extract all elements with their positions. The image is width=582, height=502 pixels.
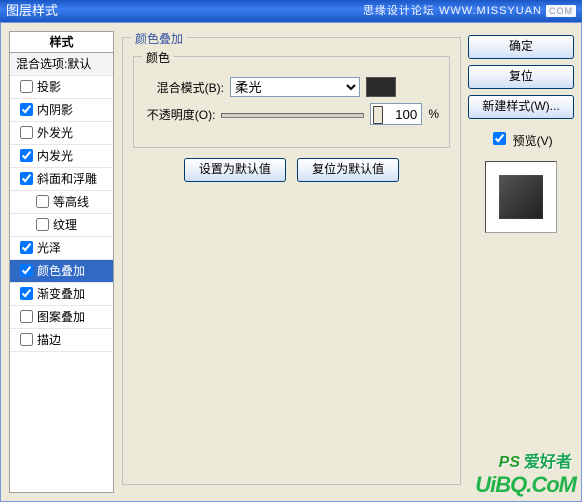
- preview-swatch: [499, 175, 543, 219]
- style-label-10: 图案叠加: [37, 310, 85, 324]
- color-subgroup: 颜色 混合模式(B): 柔光 不透明度(O): %: [133, 56, 450, 148]
- title-bar-brand: 思缘设计论坛 WWW.MISSYUAN COM: [363, 0, 576, 22]
- style-checkbox-3[interactable]: [20, 149, 33, 162]
- ok-button[interactable]: 确定: [468, 35, 574, 59]
- style-row-2[interactable]: 外发光: [10, 122, 113, 145]
- subgroup-title: 颜色: [142, 49, 174, 66]
- preview-checkbox-row[interactable]: 预览(V): [489, 129, 552, 149]
- watermark-top: PS爱好者: [499, 448, 572, 472]
- styles-list: 混合选项:默认 投影内阴影外发光内发光斜面和浮雕等高线纹理光泽颜色叠加渐变叠加图…: [9, 52, 114, 493]
- watermark-bottom: UiBQ.CoM: [475, 472, 576, 498]
- reset-button[interactable]: 复位: [468, 65, 574, 89]
- brand-url: WWW.MISSYUAN: [439, 0, 542, 22]
- preview-box: [485, 161, 557, 233]
- title-bar: 图层样式 思缘设计论坛 WWW.MISSYUAN COM: [0, 0, 582, 22]
- color-overlay-group: 颜色叠加 颜色 混合模式(B): 柔光 不透明度(O):: [122, 37, 461, 485]
- slider-track: [221, 113, 364, 118]
- watermark-url: UiBQ.CoM: [475, 472, 576, 497]
- style-label-0: 投影: [37, 80, 61, 94]
- style-row-9[interactable]: 渐变叠加: [10, 283, 113, 306]
- style-checkbox-8[interactable]: [20, 264, 33, 277]
- style-checkbox-9[interactable]: [20, 287, 33, 300]
- opacity-label: 不透明度(O):: [144, 106, 215, 123]
- preview-label: 预览(V): [513, 134, 553, 148]
- style-checkbox-0[interactable]: [20, 80, 33, 93]
- settings-panel: 颜色叠加 颜色 混合模式(B): 柔光 不透明度(O):: [122, 31, 461, 493]
- style-label-5: 等高线: [53, 195, 89, 209]
- dialog-body: 样式 混合选项:默认 投影内阴影外发光内发光斜面和浮雕等高线纹理光泽颜色叠加渐变…: [0, 22, 582, 502]
- blend-mode-label: 混合模式(B):: [144, 79, 224, 96]
- style-label-2: 外发光: [37, 126, 73, 140]
- style-label-7: 光泽: [37, 241, 61, 255]
- watermark-cn: 爱好者: [524, 454, 572, 471]
- new-style-button[interactable]: 新建样式(W)...: [468, 95, 574, 119]
- action-panel: 确定 复位 新建样式(W)... 预览(V): [469, 31, 573, 493]
- watermark-ps: PS: [499, 454, 520, 471]
- defaults-button-row: 设置为默认值 复位为默认值: [133, 158, 450, 182]
- style-label-6: 纹理: [53, 218, 77, 232]
- opacity-unit: %: [428, 107, 439, 121]
- set-default-button[interactable]: 设置为默认值: [184, 158, 286, 182]
- opacity-slider[interactable]: [221, 106, 364, 122]
- reset-default-button[interactable]: 复位为默认值: [297, 158, 399, 182]
- style-row-11[interactable]: 描边: [10, 329, 113, 352]
- style-label-1: 内阴影: [37, 103, 73, 117]
- style-label-8: 颜色叠加: [37, 264, 85, 278]
- style-row-1[interactable]: 内阴影: [10, 99, 113, 122]
- slider-thumb[interactable]: [373, 106, 383, 124]
- style-checkbox-10[interactable]: [20, 310, 33, 323]
- style-label-3: 内发光: [37, 149, 73, 163]
- style-label-9: 渐变叠加: [37, 287, 85, 301]
- style-checkbox-2[interactable]: [20, 126, 33, 139]
- styles-header[interactable]: 样式: [9, 31, 114, 52]
- preview-checkbox[interactable]: [493, 132, 506, 145]
- style-checkbox-4[interactable]: [20, 172, 33, 185]
- style-row-3[interactable]: 内发光: [10, 145, 113, 168]
- style-checkbox-1[interactable]: [20, 103, 33, 116]
- opacity-row: 不透明度(O): %: [144, 103, 439, 125]
- style-checkbox-7[interactable]: [20, 241, 33, 254]
- style-row-7[interactable]: 光泽: [10, 237, 113, 260]
- brand-text: 思缘设计论坛: [363, 0, 435, 22]
- style-row-0[interactable]: 投影: [10, 76, 113, 99]
- style-row-4[interactable]: 斜面和浮雕: [10, 168, 113, 191]
- overlay-color-swatch[interactable]: [366, 77, 396, 97]
- style-row-5[interactable]: 等高线: [10, 191, 113, 214]
- blend-mode-select[interactable]: 柔光: [230, 77, 360, 97]
- blend-mode-row: 混合模式(B): 柔光: [144, 77, 439, 97]
- window-title: 图层样式: [6, 0, 58, 22]
- styles-panel: 样式 混合选项:默认 投影内阴影外发光内发光斜面和浮雕等高线纹理光泽颜色叠加渐变…: [9, 31, 114, 493]
- style-row-8[interactable]: 颜色叠加: [10, 260, 113, 283]
- style-row-6[interactable]: 纹理: [10, 214, 113, 237]
- brand-badge: COM: [546, 5, 576, 17]
- style-label-11: 描边: [37, 333, 61, 347]
- style-checkbox-11[interactable]: [20, 333, 33, 346]
- blend-options-row[interactable]: 混合选项:默认: [10, 53, 113, 76]
- style-checkbox-6[interactable]: [36, 218, 49, 231]
- style-label-4: 斜面和浮雕: [37, 172, 97, 186]
- style-checkbox-5[interactable]: [36, 195, 49, 208]
- style-row-10[interactable]: 图案叠加: [10, 306, 113, 329]
- group-title: 颜色叠加: [131, 30, 187, 47]
